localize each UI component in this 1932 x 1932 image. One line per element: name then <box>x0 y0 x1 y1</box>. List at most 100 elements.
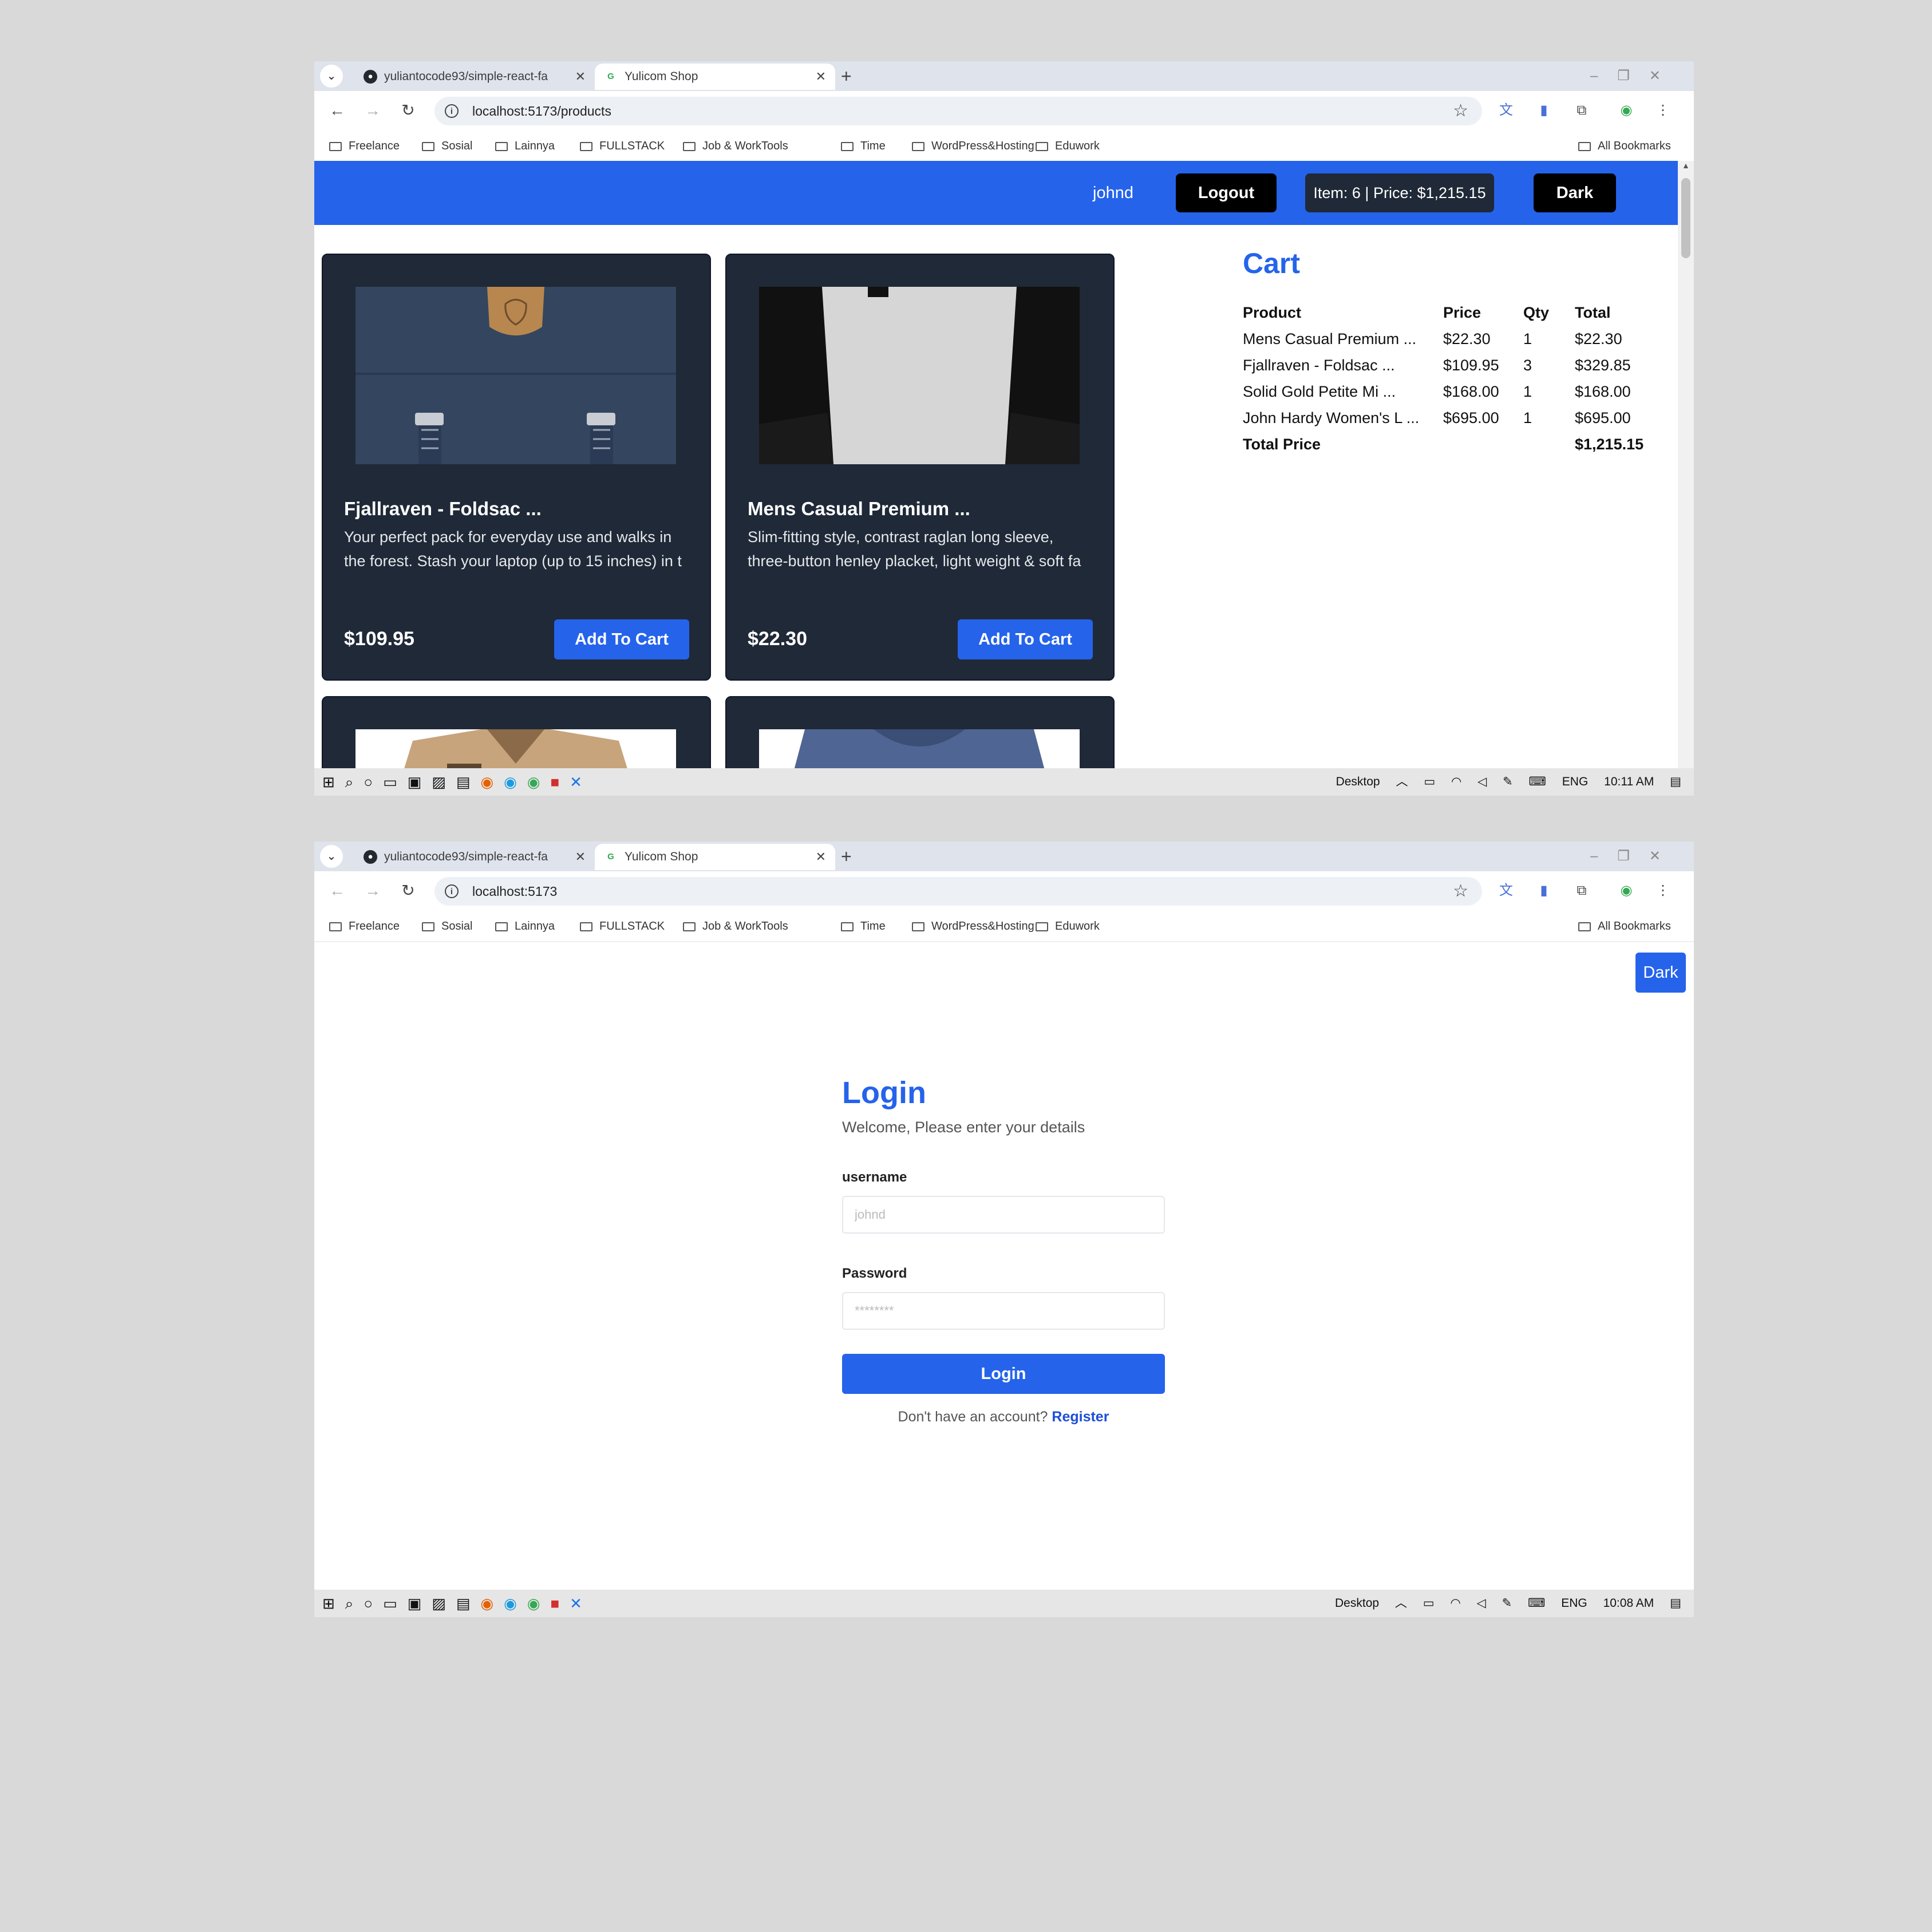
username-input[interactable] <box>842 1196 1165 1234</box>
cortana-icon[interactable]: ○ <box>364 1595 383 1612</box>
file-explorer-icon[interactable]: ▤ <box>456 1595 481 1612</box>
bookmark-folder[interactable]: Freelance <box>329 131 400 161</box>
site-info-icon[interactable]: i <box>445 884 459 898</box>
desktop-toolbar-label[interactable]: Desktop <box>1335 1597 1379 1610</box>
pen-icon[interactable]: ✎ <box>1503 775 1513 788</box>
photos-icon[interactable]: ▨ <box>432 773 456 791</box>
edge-icon[interactable]: ◉ <box>504 1595 527 1612</box>
bookmark-folder[interactable]: Eduwork <box>1036 131 1100 161</box>
close-tab-icon[interactable]: ✕ <box>575 64 586 90</box>
forward-icon[interactable]: → <box>360 878 385 903</box>
register-link[interactable]: Register <box>1052 1409 1109 1425</box>
close-tab-icon[interactable]: ✕ <box>816 844 826 870</box>
vscode-icon[interactable]: ✕ <box>570 773 592 791</box>
tab-yulicom-shop[interactable]: G Yulicom Shop ✕ <box>595 64 835 90</box>
notifications-icon[interactable]: ▤ <box>1670 775 1681 788</box>
bookmark-folder[interactable]: Time <box>841 911 886 941</box>
bookmark-folder[interactable]: Lainnya <box>495 131 555 161</box>
site-info-icon[interactable]: i <box>445 104 459 118</box>
wifi-icon[interactable]: ◠ <box>1450 1597 1460 1610</box>
password-input[interactable] <box>842 1292 1165 1330</box>
window-controls[interactable]: –❐✕ <box>1590 841 1680 871</box>
translate-extension-icon[interactable]: 文 <box>1495 99 1518 122</box>
tray-chevron-icon[interactable]: ︿ <box>1396 775 1408 788</box>
bookmark-folder[interactable]: Sosial <box>422 131 472 161</box>
bookmark-star-icon[interactable]: ☆ <box>1453 97 1468 125</box>
wifi-icon[interactable]: ◠ <box>1451 775 1461 788</box>
back-icon[interactable]: ← <box>325 878 350 903</box>
cart-summary-badge[interactable]: Item: 6 | Price: $1,215.15 <box>1305 173 1494 212</box>
language-indicator[interactable]: ENG <box>1562 775 1589 788</box>
add-to-cart-button[interactable]: Add To Cart <box>958 619 1093 659</box>
new-tab-button[interactable]: + <box>841 64 852 89</box>
keyboard-icon[interactable]: ⌨ <box>1528 1597 1545 1610</box>
taskbar-apps[interactable]: ⊞⌕○▭▣▨▤◉◉◉■✕ <box>322 1590 592 1617</box>
bookmark-folder[interactable]: WordPress&Hosting <box>912 911 1034 941</box>
task-view-icon[interactable]: ▭ <box>383 773 408 791</box>
terminal-icon[interactable]: ▣ <box>408 773 432 791</box>
tray-chevron-icon[interactable]: ︿ <box>1395 1597 1407 1610</box>
file-explorer-icon[interactable]: ▤ <box>456 773 481 791</box>
clock[interactable]: 10:08 AM <box>1603 1597 1654 1610</box>
bookmark-folder[interactable]: Time <box>841 131 886 161</box>
scroll-up-arrow-icon[interactable]: ▲ <box>1682 161 1690 170</box>
bookmark-star-icon[interactable]: ☆ <box>1453 877 1468 906</box>
desktop-toolbar-label[interactable]: Desktop <box>1336 775 1380 788</box>
bookmark-folder[interactable]: FULLSTACK <box>580 131 665 161</box>
menu-kebab-icon[interactable]: ⋮ <box>1652 879 1674 902</box>
chrome-icon[interactable]: ◉ <box>527 773 551 791</box>
acrobat-icon[interactable]: ■ <box>550 773 570 791</box>
bookmark-folder[interactable]: Sosial <box>422 911 472 941</box>
bookmark-folder[interactable]: WordPress&Hosting <box>912 131 1034 161</box>
back-icon[interactable]: ← <box>325 98 350 123</box>
clipboard-extension-icon[interactable]: ▮ <box>1532 879 1555 902</box>
tab-search-button[interactable]: ⌄ <box>320 65 343 88</box>
scrollbar-thumb[interactable] <box>1681 178 1690 258</box>
theme-toggle-button[interactable]: Dark <box>1635 953 1686 993</box>
vscode-icon[interactable]: ✕ <box>570 1595 592 1612</box>
login-button[interactable]: Login <box>842 1354 1165 1394</box>
pen-icon[interactable]: ✎ <box>1502 1597 1512 1610</box>
volume-icon[interactable]: ◁ <box>1477 775 1487 788</box>
reload-icon[interactable]: ↻ <box>396 98 421 123</box>
windows-start-icon[interactable]: ⊞ <box>322 1595 345 1612</box>
address-bar[interactable]: i localhost:5173/products ☆ <box>434 97 1482 125</box>
bookmark-folder[interactable]: FULLSTACK <box>580 911 665 941</box>
menu-kebab-icon[interactable]: ⋮ <box>1652 99 1674 122</box>
translate-extension-icon[interactable]: 文 <box>1495 879 1518 902</box>
window-controls[interactable]: –❐✕ <box>1590 61 1680 91</box>
bookmark-folder[interactable]: Job & WorkTools <box>683 131 788 161</box>
firefox-icon[interactable]: ◉ <box>480 1595 504 1612</box>
search-icon[interactable]: ⌕ <box>345 773 364 791</box>
keyboard-icon[interactable]: ⌨ <box>1529 775 1546 788</box>
all-bookmarks[interactable]: All Bookmarks <box>1578 911 1671 941</box>
extensions-puzzle-icon[interactable]: ⧉ <box>1570 99 1593 122</box>
forward-icon[interactable]: → <box>360 98 385 123</box>
page-scrollbar[interactable]: ▲ ▼ <box>1678 161 1694 781</box>
theme-toggle-button[interactable]: Dark <box>1534 173 1616 212</box>
tab-github[interactable]: ● yuliantocode93/simple-react-fa ✕ <box>354 64 595 90</box>
volume-icon[interactable]: ◁ <box>1477 1597 1486 1610</box>
firefox-icon[interactable]: ◉ <box>480 773 504 791</box>
task-view-icon[interactable]: ▭ <box>383 1595 408 1612</box>
clock[interactable]: 10:11 AM <box>1604 775 1654 788</box>
profile-icon[interactable]: ◉ <box>1615 99 1638 122</box>
tab-yulicom-shop[interactable]: G Yulicom Shop ✕ <box>595 844 835 870</box>
new-tab-button[interactable]: + <box>841 844 852 869</box>
add-to-cart-button[interactable]: Add To Cart <box>554 619 689 659</box>
tab-github[interactable]: ● yuliantocode93/simple-react-fa ✕ <box>354 844 595 870</box>
battery-icon[interactable]: ▭ <box>1423 1597 1435 1610</box>
reload-icon[interactable]: ↻ <box>396 878 421 903</box>
notifications-icon[interactable]: ▤ <box>1670 1597 1681 1610</box>
close-tab-icon[interactable]: ✕ <box>575 844 586 870</box>
language-indicator[interactable]: ENG <box>1561 1597 1587 1610</box>
address-bar[interactable]: i localhost:5173 ☆ <box>434 877 1482 906</box>
acrobat-icon[interactable]: ■ <box>550 1595 570 1612</box>
battery-icon[interactable]: ▭ <box>1424 775 1435 788</box>
terminal-icon[interactable]: ▣ <box>408 1595 432 1612</box>
bookmark-folder[interactable]: Freelance <box>329 911 400 941</box>
windows-start-icon[interactable]: ⊞ <box>322 773 345 791</box>
edge-icon[interactable]: ◉ <box>504 773 527 791</box>
extensions-puzzle-icon[interactable]: ⧉ <box>1570 879 1593 902</box>
photos-icon[interactable]: ▨ <box>432 1595 456 1612</box>
